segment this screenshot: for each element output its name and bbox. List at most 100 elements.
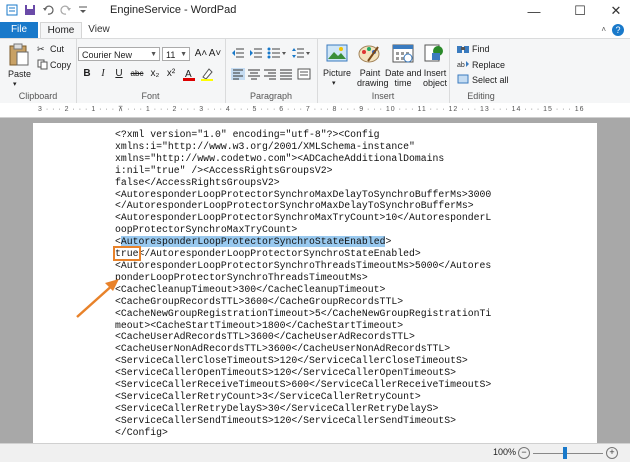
help-icon[interactable]: ? xyxy=(612,24,624,36)
highlight-icon[interactable] xyxy=(200,67,214,81)
underline-button[interactable]: U xyxy=(112,67,126,81)
text-line: <ServiceCallerReceiveTimeoutS>600</Servi… xyxy=(115,379,492,391)
text-line: xmlns="http://www.codetwo.com"><ADCacheA… xyxy=(115,152,445,164)
date-time-icon[interactable] xyxy=(392,43,414,63)
zoom-out-button[interactable]: − xyxy=(518,447,530,459)
redo-icon[interactable] xyxy=(60,4,72,16)
picture-icon[interactable] xyxy=(326,43,348,63)
picture-button[interactable]: Picture xyxy=(323,68,351,78)
window-title: EngineService - WordPad xyxy=(110,4,237,16)
font-family-select[interactable]: Courier New ▼ xyxy=(78,47,160,61)
copy-icon[interactable] xyxy=(37,59,48,70)
find-button[interactable]: Find xyxy=(472,44,490,54)
shrink-font-button[interactable]: A˅ xyxy=(208,47,222,61)
text-line: <CacheGroupRecordsTTL>3600</CacheGroupRe… xyxy=(115,295,404,307)
text-line: false</AccessRightsGroupsV2> xyxy=(115,176,280,188)
italic-button[interactable]: I xyxy=(96,67,110,81)
strikethrough-button[interactable]: abc xyxy=(128,67,146,81)
text-line: <ServiceCallerOpenTimeoutS>120</ServiceC… xyxy=(115,367,456,379)
zoom-slider[interactable] xyxy=(533,453,603,454)
tab-home[interactable]: Home xyxy=(40,22,82,39)
increase-indent-icon[interactable] xyxy=(249,47,263,59)
document-page[interactable]: <?xml version="1.0" encoding="utf-8"?><C… xyxy=(33,123,597,443)
date-time-button[interactable]: Date and time xyxy=(385,68,422,88)
text-line: </AutoresponderLoopProtectorSynchroMaxDe… xyxy=(115,200,474,212)
font-group-label: Font xyxy=(141,91,160,101)
grow-font-button[interactable]: A˄ xyxy=(194,47,208,61)
tab-file[interactable]: File xyxy=(0,22,38,38)
select-all-button[interactable]: Select all xyxy=(472,75,509,85)
selected-text-line: <AutoresponderLoopProtectorSynchroStateE… xyxy=(115,236,515,248)
paste-button[interactable]: Paste xyxy=(8,69,31,79)
text-line: <AutoresponderLoopProtectorSynchroMaxDel… xyxy=(115,188,492,200)
align-left-icon[interactable] xyxy=(231,68,245,80)
cut-icon[interactable]: ✂ xyxy=(37,44,45,55)
copy-button[interactable]: Copy xyxy=(50,60,71,70)
undo-icon[interactable] xyxy=(42,4,54,16)
clipboard-group: Paste ▾ ✂ Cut Copy Clipboard xyxy=(0,39,77,103)
ribbon-tabs: File Home View ˄ ? xyxy=(0,22,630,39)
cut-button[interactable]: Cut xyxy=(50,44,64,54)
text-line: <AutoresponderLoopProtectorSynchroThread… xyxy=(115,259,492,271)
paste-icon[interactable] xyxy=(8,43,30,67)
paragraph-settings-icon[interactable] xyxy=(297,68,311,80)
text-line: <ServiceCallerSendTimeoutS>120</ServiceC… xyxy=(115,414,456,426)
insert-object-button[interactable]: Insert object xyxy=(421,68,449,88)
subscript-button[interactable]: x₂ xyxy=(148,67,162,81)
select-all-icon[interactable] xyxy=(457,74,469,84)
ruler[interactable]: 3 · · · 2 · · · 1 · · · ⊼ · · · 1 · · · … xyxy=(0,103,630,118)
chevron-down-icon: ▼ xyxy=(180,51,187,58)
paste-dropdown-icon[interactable]: ▾ xyxy=(13,80,17,88)
justify-icon[interactable] xyxy=(279,68,293,80)
insert-object-icon[interactable] xyxy=(423,43,445,63)
tab-view[interactable]: View xyxy=(84,22,114,38)
text-line: <?xml version="1.0" encoding="utf-8"?><C… xyxy=(115,129,380,140)
closing-tag-text: </AutoresponderLoopProtectorSynchroState… xyxy=(138,248,421,260)
insert-group-label: Insert xyxy=(371,91,395,101)
text-line: <CacheUserNonAdRecordsTTL>3600</CacheUse… xyxy=(115,343,451,355)
collapse-ribbon-icon[interactable]: ˄ xyxy=(601,25,606,34)
font-group: Courier New ▼ 11 ▼ A˄ A˅ B I U abc x₂ x² A… xyxy=(76,39,226,103)
maximize-button[interactable]: ☐ xyxy=(560,0,600,22)
font-size-value: 11 xyxy=(166,50,176,60)
clipboard-group-label: Clipboard xyxy=(18,91,58,101)
editing-group-label: Editing xyxy=(467,91,495,101)
text-line: i:nil="true" /><AccessRightsGroupsV2> xyxy=(115,164,333,176)
line-spacing-icon[interactable] xyxy=(291,47,311,59)
selected-text: AutoresponderLoopProtectorSynchroStateEn… xyxy=(120,236,386,248)
picture-dropdown-icon[interactable]: ▾ xyxy=(332,79,336,87)
minimize-button[interactable]: — xyxy=(514,0,554,22)
paint-drawing-icon[interactable] xyxy=(358,43,380,63)
replace-icon[interactable]: ab xyxy=(457,59,469,69)
chevron-down-icon: ▼ xyxy=(150,51,157,58)
paragraph-group: Paragraph xyxy=(225,39,318,103)
paint-drawing-button[interactable]: Paint drawing xyxy=(357,68,389,88)
close-button[interactable]: ✕ xyxy=(596,0,630,22)
find-icon[interactable] xyxy=(457,44,469,54)
align-center-icon[interactable] xyxy=(247,68,261,80)
document-area[interactable]: <?xml version="1.0" encoding="utf-8"?><C… xyxy=(0,118,630,443)
text-line: <CacheCleanupTimeout>300</CacheCleanupTi… xyxy=(115,283,386,295)
font-size-select[interactable]: 11 ▼ xyxy=(162,47,190,61)
font-family-value: Courier New xyxy=(82,50,133,60)
text-line: <CacheNewGroupRegistrationTimeout>5</Cac… xyxy=(115,307,492,319)
text-line: <AutoresponderLoopProtectorSynchroMaxTry… xyxy=(115,212,492,224)
zoom-in-button[interactable]: + xyxy=(606,447,618,459)
text-line: <CacheUserAdRecordsTTL>3600</CacheUserAd… xyxy=(115,331,415,343)
superscript-button[interactable]: x² xyxy=(164,67,178,81)
customize-toolbar-icon[interactable] xyxy=(78,4,88,16)
zoom-slider-thumb[interactable] xyxy=(563,447,567,459)
align-right-icon[interactable] xyxy=(263,68,277,80)
quick-access-toolbar xyxy=(6,4,88,16)
save-icon[interactable] xyxy=(24,4,36,16)
font-color-icon[interactable]: A xyxy=(182,67,196,81)
boxed-line: true</AutoresponderLoopProtectorSynchroS… xyxy=(113,246,515,262)
decrease-indent-icon[interactable] xyxy=(231,47,245,59)
replace-button[interactable]: Replace xyxy=(472,60,505,70)
document-text[interactable]: <?xml version="1.0" encoding="utf-8"?><C… xyxy=(113,129,515,439)
tag-close-bracket: > xyxy=(385,236,392,248)
text-line: <ServiceCallerRetryDelayS>30</ServiceCal… xyxy=(115,402,439,414)
bold-button[interactable]: B xyxy=(80,67,94,81)
bullets-icon[interactable] xyxy=(267,47,287,59)
text-line: </Config> xyxy=(115,426,168,438)
